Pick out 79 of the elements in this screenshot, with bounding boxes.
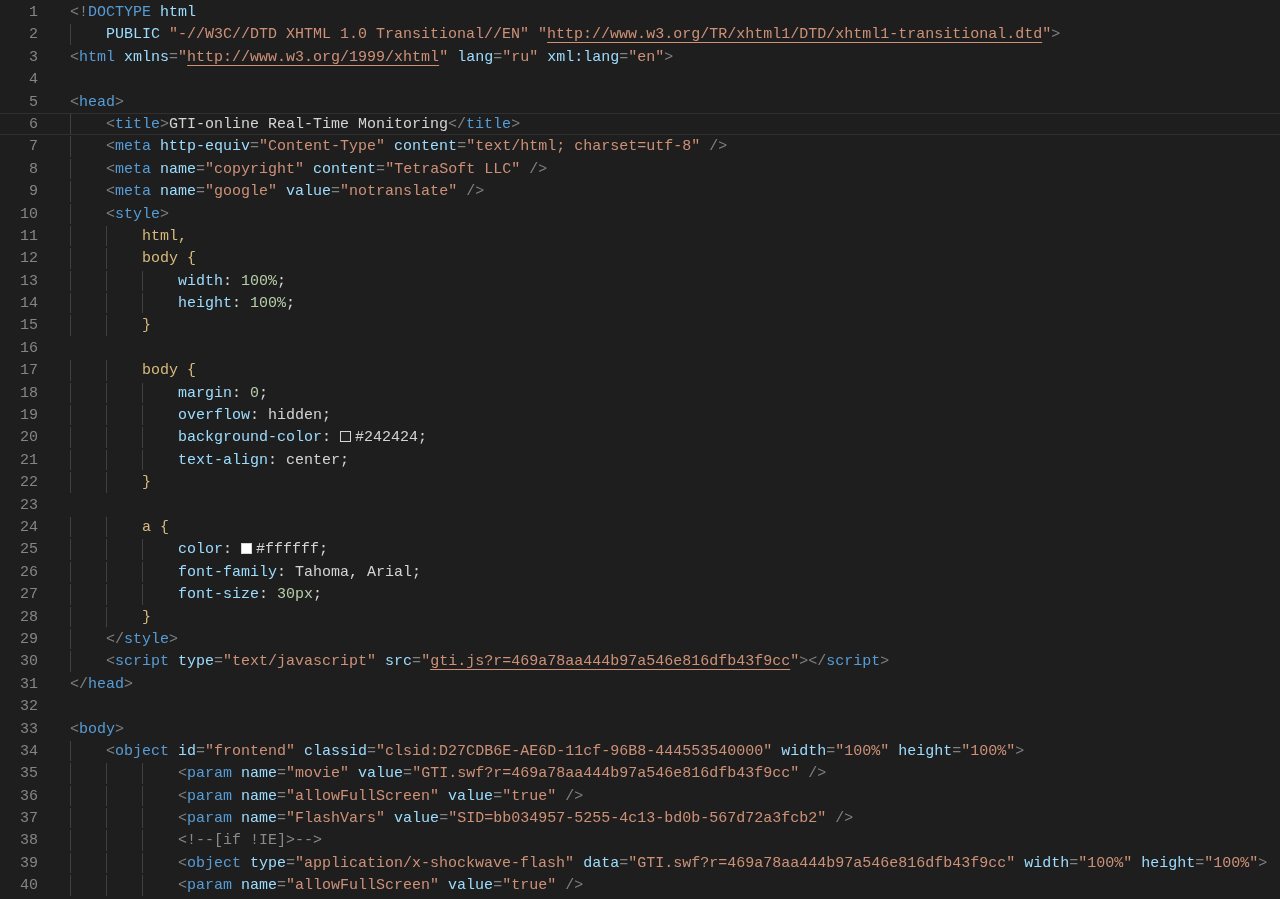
line-number: 38	[19, 831, 38, 851]
line-number: 2	[28, 25, 38, 45]
line-number: 4	[28, 70, 38, 90]
code-line: body {	[70, 360, 197, 381]
line-number: 15	[19, 316, 38, 336]
line-number: 28	[19, 607, 38, 627]
line-number: 27	[19, 585, 38, 605]
line-number: 31	[19, 674, 38, 695]
code-line: <meta name="google" value="notranslate" />	[70, 181, 485, 202]
line-number: 19	[19, 406, 38, 426]
line-number: 12	[19, 249, 38, 269]
line-number: 39	[19, 853, 38, 874]
line-number: 3	[28, 47, 38, 68]
line-number: 32	[19, 697, 38, 717]
code-line: </head>	[70, 674, 134, 695]
code-line: <title>GTI-online Real-Time Monitoring</title>	[70, 113, 521, 135]
line-number: 35	[19, 764, 38, 784]
line-number: 6	[28, 114, 38, 135]
line-number: 26	[19, 562, 38, 583]
code-line: PUBLIC "-//W3C//DTD XHTML 1.0 Transitional//EN" "http://www.w3.org/TR/xhtml1/DTD/xhtml1-transitional.dtd">	[70, 24, 1061, 45]
code-line: <meta name="copyright" content="TetraSoft LLC" />	[70, 158, 548, 180]
line-number: 14	[19, 294, 38, 314]
line-number: 18	[19, 383, 38, 404]
line-number: 10	[19, 204, 38, 224]
line-number: 9	[28, 182, 38, 202]
line-number: 5	[28, 92, 38, 112]
code-line: }	[70, 315, 151, 336]
code-line: <object type="application/x-shockwave-flash" data="GTI.swf?r=469a78aa444b97a546e816dfb43f9cc" width="100%" height="100%">	[70, 852, 1268, 874]
line-number: 29	[19, 629, 38, 650]
code-line: <!--[if !IE]>-->	[70, 830, 323, 851]
code-line: overflow: hidden;	[70, 405, 332, 426]
line-number: 13	[19, 271, 38, 292]
code-line: }	[70, 472, 151, 493]
line-number: 33	[19, 719, 38, 739]
code-line: <html xmlns="http://www.w3.org/1999/xhtml" lang="ru" xml:lang="en">	[70, 47, 674, 68]
code-line: <object id="frontend" classid="clsid:D27CDB6E-AE6D-11cf-96B8-444553540000" width="100%" height="100%">	[70, 740, 1025, 762]
code-line: font-size: 30px;	[70, 584, 323, 605]
code-line: }	[70, 606, 151, 627]
line-number: 17	[19, 361, 38, 381]
line-number: 36	[19, 786, 38, 807]
code-line: </style>	[70, 628, 179, 650]
line-number: 22	[19, 473, 38, 493]
line-number: 7	[28, 137, 38, 157]
url-link[interactable]: http://www.w3.org/TR/xhtml1/DTD/xhtml1-transitional.dtd	[547, 26, 1043, 44]
line-number: 21	[19, 450, 38, 471]
code-line: font-family: Tahoma, Arial;	[70, 561, 422, 583]
line-number: 37	[19, 809, 38, 829]
line-number: 1	[28, 3, 38, 23]
url-link[interactable]: http://www.w3.org/1999/xhtml	[187, 48, 440, 66]
line-number: 16	[19, 338, 38, 359]
line-number: 8	[28, 159, 38, 180]
code-line: body {	[70, 248, 197, 269]
code-line: <param name="movie" value="GTI.swf?r=469a78aa444b97a546e816dfb43f9cc" />	[70, 763, 827, 784]
code-line: margin: 0;	[70, 382, 269, 404]
code-line: <!DOCTYPE html	[70, 3, 197, 23]
line-number: 40	[19, 876, 38, 896]
code-line: width: 100%;	[70, 270, 287, 292]
code-line: <param name="allowFullScreen" value="true" />	[70, 875, 584, 896]
code-line: a {	[70, 517, 170, 538]
code-line: <param name="FlashVars" value="SID=bb034957-5255-4c13-bd0b-567d72a3fcb2" />	[70, 808, 854, 829]
line-number: 24	[19, 518, 38, 538]
code-line: <param name="allowFullScreen" value="true" />	[70, 785, 584, 807]
code-line: color: #ffffff;	[70, 539, 329, 560]
code-line: height: 100%;	[70, 293, 296, 314]
line-number: 20	[19, 428, 38, 448]
code-line: <head>	[70, 92, 125, 112]
url-link[interactable]: gti.js?r=469a78aa444b97a546e816dfb43f9cc	[430, 653, 791, 671]
line-number: 25	[19, 540, 38, 560]
line-number: 23	[19, 495, 38, 515]
line-number: 30	[19, 652, 38, 672]
code-line: <body>	[70, 719, 125, 739]
code-line: html,	[70, 225, 188, 247]
code-line: <style>	[70, 203, 170, 224]
line-number: 34	[19, 741, 38, 762]
code-line: background-color: #242424;	[70, 427, 428, 448]
code-line: <meta http-equiv="Content-Type" content="text/html; charset=utf-8" />	[70, 136, 728, 157]
code-line: <script type="text/javascript" src="gti.js?r=469a78aa444b97a546e816dfb43f9cc"></script>	[70, 651, 890, 672]
code-line: text-align: center;	[70, 449, 350, 471]
line-number: 11	[19, 226, 38, 247]
